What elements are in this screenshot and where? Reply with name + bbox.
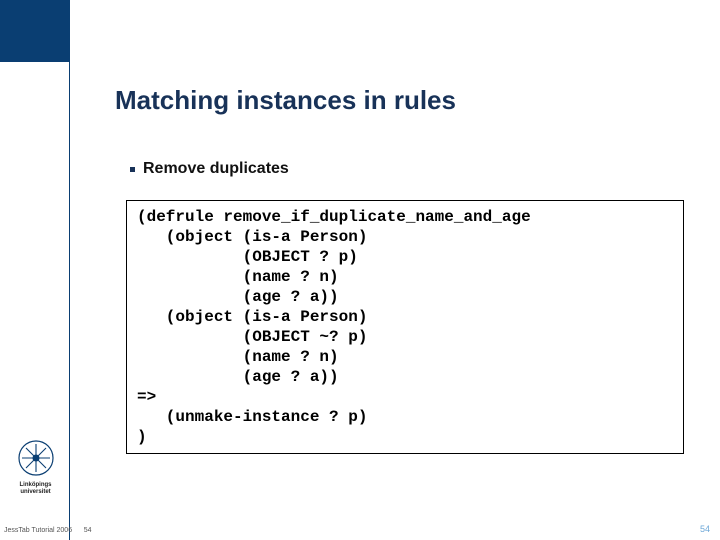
- footer-left: JessTab Tutorial 2006 54: [4, 527, 92, 534]
- sidebar-divider: [69, 0, 70, 540]
- slide: Linköpings universitet Matching instance…: [0, 0, 720, 540]
- bullet-text: Remove duplicates: [143, 160, 289, 178]
- sidebar-accent-block: [0, 0, 70, 62]
- seal-icon: [16, 438, 56, 478]
- bullet-item: Remove duplicates: [130, 160, 289, 178]
- code-block: (defrule remove_if_duplicate_name_and_ag…: [126, 200, 684, 454]
- bullet-icon: [130, 167, 135, 172]
- left-sidebar: Linköpings universitet: [0, 0, 70, 540]
- university-name: Linköpings universitet: [8, 482, 63, 495]
- footer-page-number: 54: [700, 524, 710, 534]
- university-badge: Linköpings universitet: [8, 438, 63, 495]
- slide-title: Matching instances in rules: [115, 85, 456, 116]
- footer-source: JessTab Tutorial 2006: [4, 527, 72, 534]
- footer: JessTab Tutorial 2006 54 54: [0, 518, 720, 540]
- footer-page-small: 54: [84, 527, 92, 534]
